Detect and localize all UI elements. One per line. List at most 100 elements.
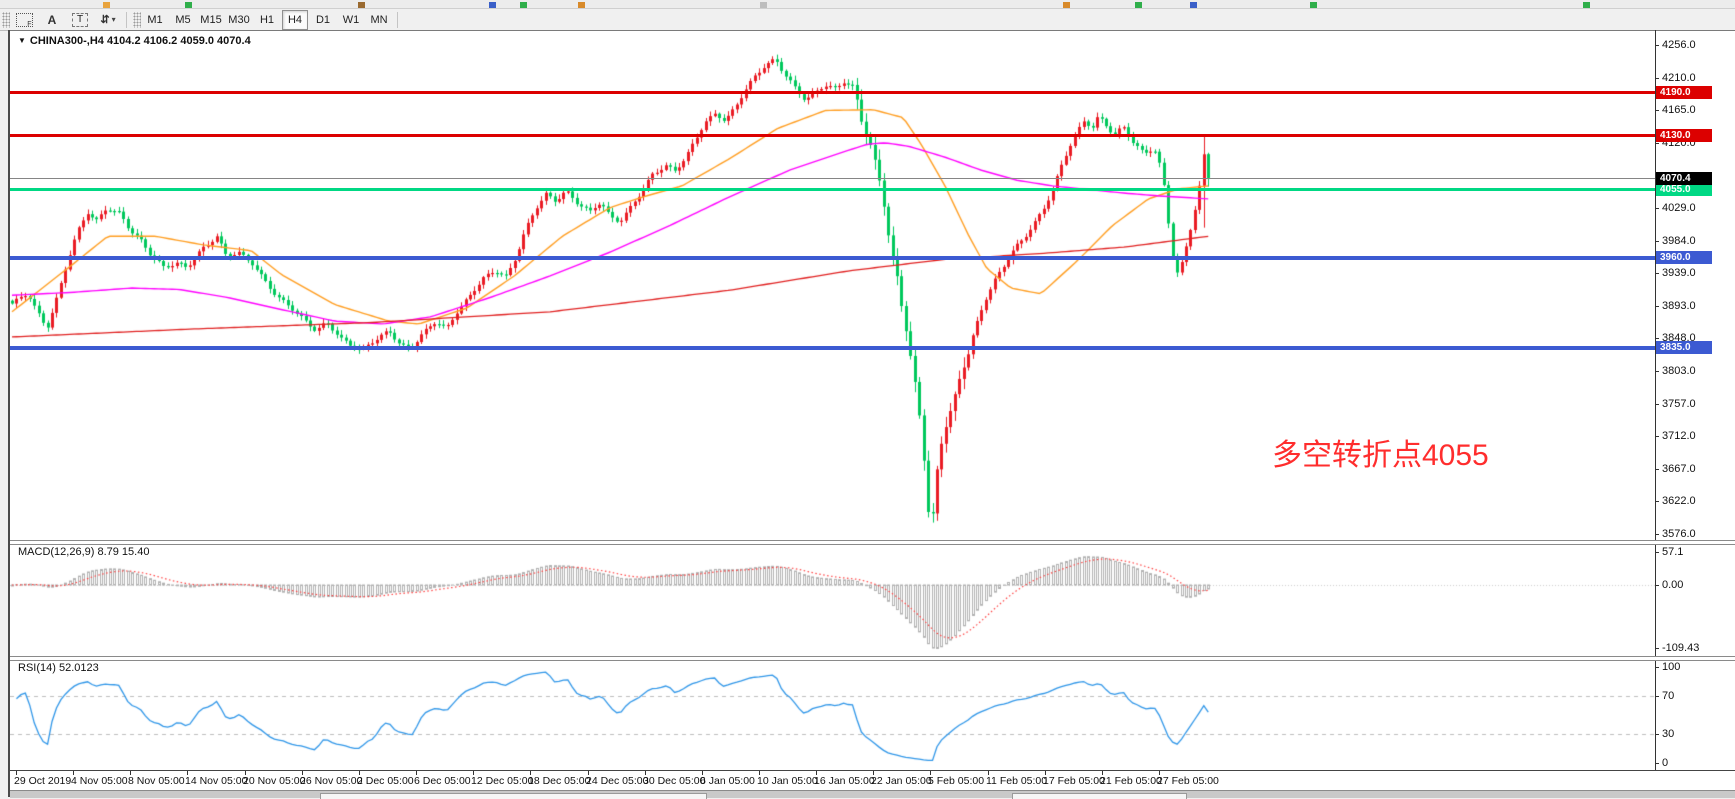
tf-button-H4[interactable]: H4 <box>282 10 308 30</box>
chart-dropdown-icon[interactable]: ▼ <box>18 36 26 45</box>
date-tick <box>245 771 246 775</box>
clipped-icon <box>1063 2 1070 8</box>
toolbar-separator <box>397 12 398 28</box>
date-label: 6 Dec 05:00 <box>414 775 471 787</box>
date-tick <box>988 771 989 775</box>
macd-canvas[interactable] <box>10 543 1655 656</box>
clipped-panel <box>320 793 707 799</box>
fibonacci-icon: F <box>16 13 33 27</box>
arrows-icon: ⇵ <box>100 13 109 26</box>
toolbar-drag-handle[interactable] <box>133 12 141 28</box>
level-line-4130.0[interactable] <box>10 134 1655 137</box>
date-label: 4 Nov 05:00 <box>71 775 128 787</box>
tf-button-W1[interactable]: W1 <box>338 10 364 30</box>
rsi-axis-label: 30 <box>1662 728 1674 740</box>
text-annotation[interactable]: 多空转折点4055 <box>1272 430 1489 474</box>
tf-button-M5[interactable]: M5 <box>170 10 196 30</box>
chart-toolbar: F A T ⇵▾ M1M5M15M30H1H4D1W1MN <box>0 9 1735 31</box>
date-tick <box>645 771 646 775</box>
level-line-4055.0[interactable] <box>10 188 1655 191</box>
tf-button-MN[interactable]: MN <box>366 10 392 30</box>
clipped-icon <box>1135 2 1142 8</box>
level-price-badge: 4190.0 <box>1656 86 1712 99</box>
date-tick <box>816 771 817 775</box>
date-label: 5 Feb 05:00 <box>928 775 984 787</box>
clipped-icon <box>358 2 365 8</box>
rsi-axis-label: 70 <box>1662 690 1674 702</box>
toolbar-separator <box>126 12 127 28</box>
macd-axis-label: 57.1 <box>1662 546 1683 558</box>
date-tick <box>416 771 417 775</box>
arrows-tool-button[interactable]: ⇵▾ <box>95 10 121 30</box>
level-line-3960.0[interactable] <box>10 256 1655 260</box>
price-axis-label: 3893.0 <box>1662 300 1696 312</box>
price-axis-label: 4210.0 <box>1662 72 1696 84</box>
chevron-down-icon: ▾ <box>112 15 116 24</box>
chart-title-text: CHINA300-,H4 4104.2 4106.2 4059.0 4070.4 <box>30 35 251 47</box>
text-label-tool-button[interactable]: A <box>39 10 65 30</box>
clipped-panel <box>1012 793 1187 799</box>
date-tick <box>16 771 17 775</box>
clipped-icon <box>1190 2 1197 8</box>
tf-button-H1[interactable]: H1 <box>254 10 280 30</box>
date-label: 14 Nov 05:00 <box>185 775 247 787</box>
date-label: 27 Feb 05:00 <box>1157 775 1219 787</box>
date-axis[interactable]: 29 Oct 20194 Nov 05:008 Nov 05:0014 Nov … <box>10 770 1735 791</box>
price-axis-label: 4256.0 <box>1662 39 1696 51</box>
clipped-icon <box>1310 2 1317 8</box>
level-line-3835.0[interactable] <box>10 346 1655 350</box>
clipped-toolbar-row <box>0 0 1735 9</box>
toolbar-drag-handle[interactable] <box>2 12 10 28</box>
date-label: 10 Jan 05:00 <box>757 775 818 787</box>
chart-title[interactable]: ▼ CHINA300-,H4 4104.2 4106.2 4059.0 4070.… <box>18 35 251 47</box>
text-tool-button[interactable]: T <box>67 10 93 30</box>
date-tick <box>702 771 703 775</box>
mt4-window: { "toolbar": { "tools": [ {"id": "fibona… <box>0 0 1735 797</box>
date-tick <box>1102 771 1103 775</box>
fibonacci-tool-button[interactable]: F <box>11 10 37 30</box>
date-tick <box>130 771 131 775</box>
date-label: 12 Dec 05:00 <box>471 775 533 787</box>
date-label: 6 Jan 05:00 <box>700 775 755 787</box>
price-axis-label: 3576.0 <box>1662 528 1696 540</box>
date-tick <box>187 771 188 775</box>
tf-button-M30[interactable]: M30 <box>226 10 252 30</box>
level-price-badge: 4130.0 <box>1656 129 1712 142</box>
date-label: 29 Oct 2019 <box>14 775 71 787</box>
price-axis-label: 3939.0 <box>1662 267 1696 279</box>
clipped-icon <box>103 2 110 8</box>
date-tick <box>302 771 303 775</box>
price-axis-label: 3757.0 <box>1662 398 1696 410</box>
panel-separator[interactable] <box>10 540 1735 545</box>
rsi-label: RSI(14) 52.0123 <box>18 662 99 674</box>
price-axis-line <box>1655 30 1656 790</box>
date-label: 16 Jan 05:00 <box>814 775 875 787</box>
tf-button-D1[interactable]: D1 <box>310 10 336 30</box>
tf-button-M1[interactable]: M1 <box>142 10 168 30</box>
date-label: 24 Dec 05:00 <box>586 775 648 787</box>
date-label: 17 Feb 05:00 <box>1043 775 1105 787</box>
price-axis-label: 3667.0 <box>1662 463 1696 475</box>
price-axis-label: 3622.0 <box>1662 495 1696 507</box>
timeframe-group: M1M5M15M30H1H4D1W1MN <box>141 10 393 30</box>
clipped-icon <box>520 2 527 8</box>
clipped-icon <box>489 2 496 8</box>
panel-separator[interactable] <box>10 656 1735 661</box>
date-tick <box>359 771 360 775</box>
tf-button-M15[interactable]: M15 <box>198 10 224 30</box>
date-tick <box>873 771 874 775</box>
date-label: 26 Nov 05:00 <box>300 775 362 787</box>
level-line-4190.0[interactable] <box>10 91 1655 94</box>
price-axis-label: 4165.0 <box>1662 104 1696 116</box>
macd-axis-label: -109.43 <box>1662 642 1699 654</box>
price-axis-label: 3984.0 <box>1662 235 1696 247</box>
clipped-icon <box>760 2 767 8</box>
price-axis-label: 3803.0 <box>1662 365 1696 377</box>
rsi-canvas[interactable] <box>10 659 1655 770</box>
date-tick <box>1159 771 1160 775</box>
current-price-badge: 4070.4 <box>1656 172 1712 185</box>
date-tick <box>588 771 589 775</box>
date-label: 22 Jan 05:00 <box>871 775 932 787</box>
date-label: 18 Dec 05:00 <box>528 775 590 787</box>
date-label: 21 Feb 05:00 <box>1100 775 1162 787</box>
